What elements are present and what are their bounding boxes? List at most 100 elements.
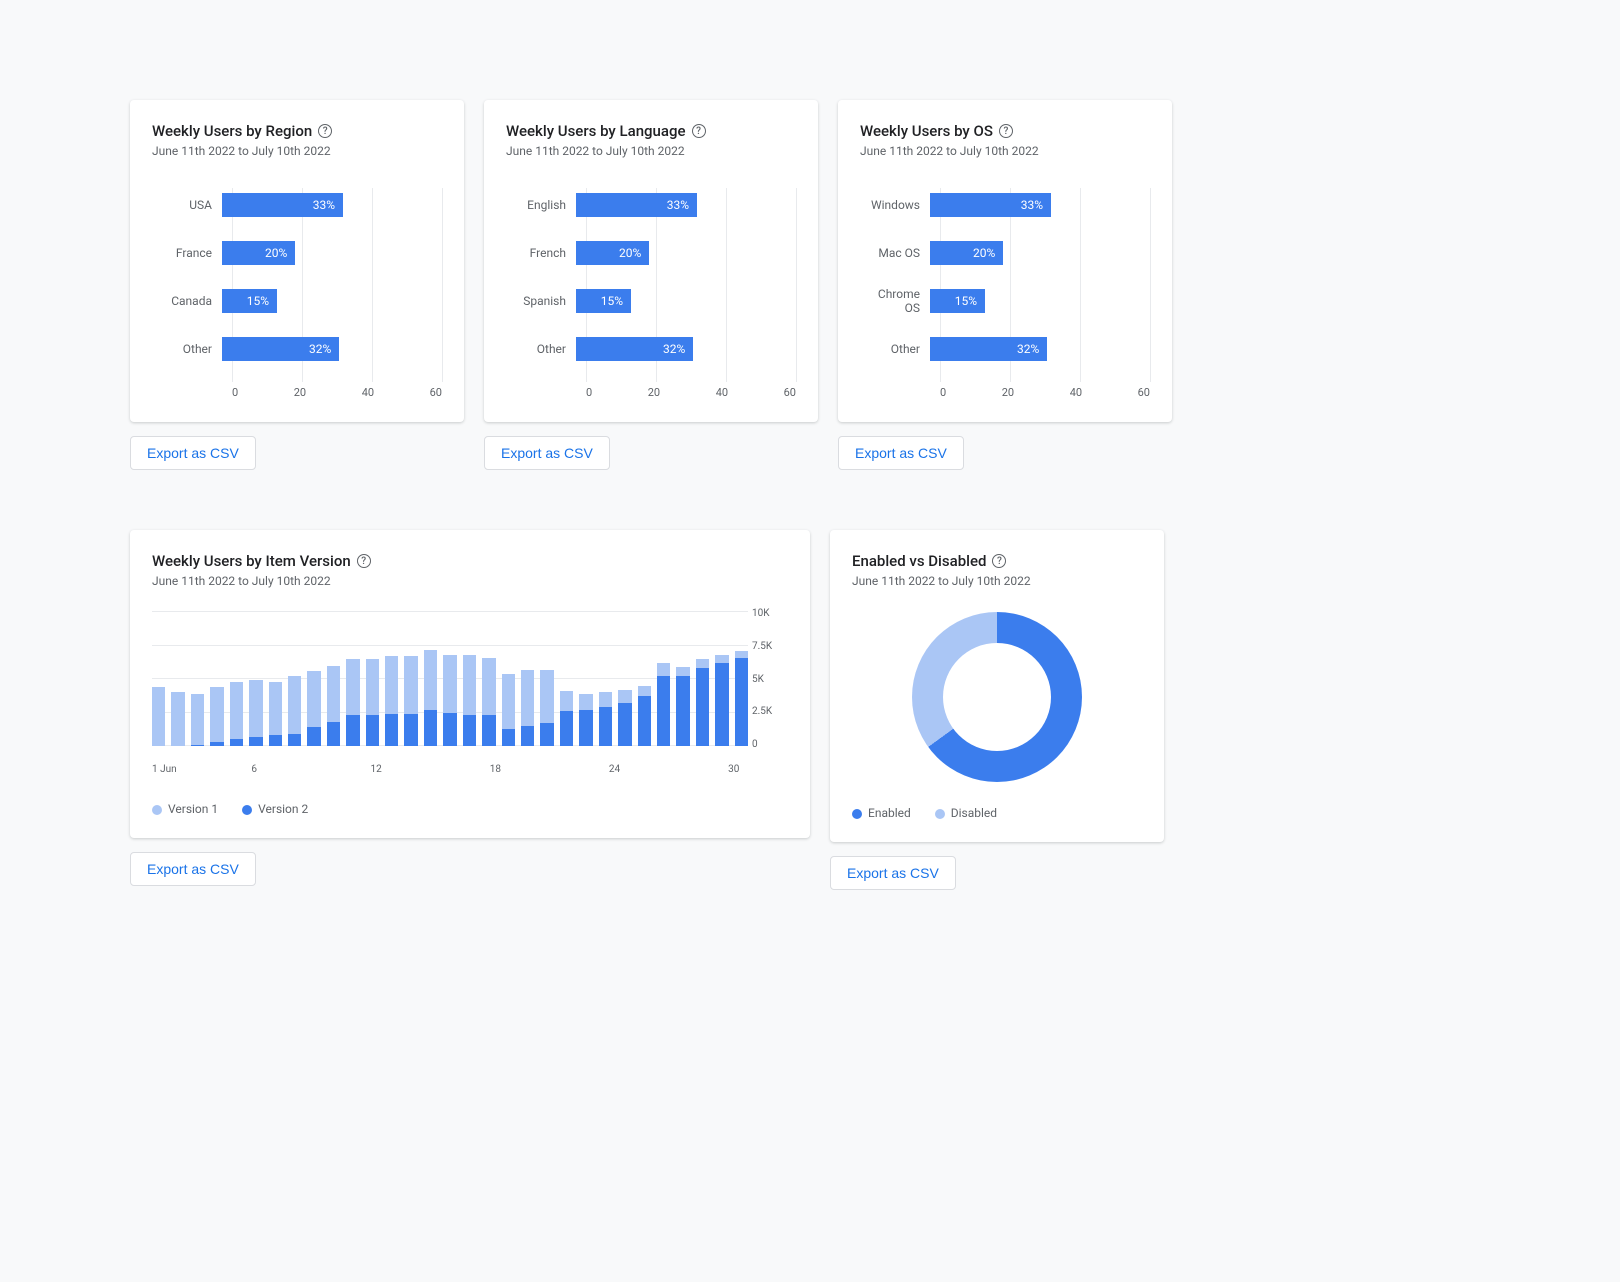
stacked-bar (424, 612, 437, 746)
help-icon[interactable]: ? (999, 124, 1013, 138)
bar-row: France20% (152, 236, 442, 270)
bar-row: Other32% (152, 332, 442, 366)
bar: 15% (576, 289, 631, 313)
date-range: June 11th 2022 to July 10th 2022 (506, 144, 796, 158)
stacked-bar (676, 612, 689, 746)
bar: 32% (576, 337, 693, 361)
stacked-bar (579, 612, 592, 746)
stacked-bar (657, 612, 670, 746)
bar-label: Chrome OS (860, 287, 930, 315)
bar-row: Canada15% (152, 284, 442, 318)
date-range: June 11th 2022 to July 10th 2022 (852, 574, 1142, 588)
stacked-bar (443, 612, 456, 746)
bar: 33% (222, 193, 343, 217)
stacked-bar (618, 612, 631, 746)
export-csv-button[interactable]: Export as CSV (838, 436, 964, 470)
card-region: Weekly Users by Region ? June 11th 2022 … (130, 100, 464, 422)
bar-label: France (152, 246, 222, 260)
stacked-bar (230, 612, 243, 746)
bar-row: Other32% (506, 332, 796, 366)
card-language: Weekly Users by Language ? June 11th 202… (484, 100, 818, 422)
legend-version: Version 1 Version 2 (152, 802, 788, 816)
help-icon[interactable]: ? (992, 554, 1006, 568)
bar-label: English (506, 198, 576, 212)
stacked-bar (540, 612, 553, 746)
bar-label: Spanish (506, 294, 576, 308)
help-icon[interactable]: ? (692, 124, 706, 138)
bar-row: Spanish15% (506, 284, 796, 318)
card-title: Weekly Users by Item Version (152, 552, 351, 570)
chart-os: Windows33%Mac OS20%Chrome OS15%Other32%0… (860, 188, 1150, 400)
bar-label: Other (860, 342, 930, 356)
help-icon[interactable]: ? (357, 554, 371, 568)
stacked-bar (307, 612, 320, 746)
card-version: Weekly Users by Item Version ? June 11th… (130, 530, 810, 838)
bar-label: Mac OS (860, 246, 930, 260)
date-range: June 11th 2022 to July 10th 2022 (152, 144, 442, 158)
bar-label: French (506, 246, 576, 260)
bar: 32% (222, 337, 339, 361)
stacked-bar (638, 612, 651, 746)
bar-row: Mac OS20% (860, 236, 1150, 270)
bar-label: USA (152, 198, 222, 212)
bar-row: USA33% (152, 188, 442, 222)
stacked-bar (560, 612, 573, 746)
date-range: June 11th 2022 to July 10th 2022 (152, 574, 788, 588)
legend-item: Disabled (935, 806, 997, 820)
stacked-bar (482, 612, 495, 746)
export-csv-button[interactable]: Export as CSV (484, 436, 610, 470)
export-csv-button[interactable]: Export as CSV (130, 436, 256, 470)
export-csv-button[interactable]: Export as CSV (130, 852, 256, 886)
stacked-bar (269, 612, 282, 746)
stacked-bar (521, 612, 534, 746)
export-csv-button[interactable]: Export as CSV (830, 856, 956, 890)
card-title: Weekly Users by Language (506, 122, 686, 140)
stacked-bar (696, 612, 709, 746)
stacked-bar (463, 612, 476, 746)
donut-ring (912, 612, 1082, 782)
stacked-bar (385, 612, 398, 746)
bar: 15% (222, 289, 277, 313)
stacked-bar (346, 612, 359, 746)
card-enabled: Enabled vs Disabled ? June 11th 2022 to … (830, 530, 1164, 842)
bar-row: English33% (506, 188, 796, 222)
card-title: Enabled vs Disabled (852, 552, 986, 570)
help-icon[interactable]: ? (318, 124, 332, 138)
bar-label: Other (506, 342, 576, 356)
stacked-bar (249, 612, 262, 746)
stacked-bar (171, 612, 184, 746)
legend-item: Version 1 (152, 802, 218, 816)
bar-row: Other32% (860, 332, 1150, 366)
date-range: June 11th 2022 to July 10th 2022 (860, 144, 1150, 158)
legend-item: Enabled (852, 806, 911, 820)
stacked-bar (502, 612, 515, 746)
stacked-bar (599, 612, 612, 746)
bar-row: French20% (506, 236, 796, 270)
stacked-bar (366, 612, 379, 746)
bar: 15% (930, 289, 985, 313)
bar: 33% (930, 193, 1051, 217)
stacked-bar (288, 612, 301, 746)
stacked-bar (152, 612, 165, 746)
stacked-bar (404, 612, 417, 746)
stacked-bar (327, 612, 340, 746)
bar-label: Canada (152, 294, 222, 308)
stacked-bar (210, 612, 223, 746)
chart-version: 10K7.5K5K2.5K0 1 Jun612182430 (152, 612, 788, 762)
stacked-bar (715, 612, 728, 746)
bar-label: Other (152, 342, 222, 356)
bar: 32% (930, 337, 1047, 361)
chart-enabled (852, 612, 1142, 782)
bar-row: Windows33% (860, 188, 1150, 222)
legend-item: Version 2 (242, 802, 308, 816)
bar-label: Windows (860, 198, 930, 212)
card-title: Weekly Users by Region (152, 122, 312, 140)
chart-language: English33%French20%Spanish15%Other32%020… (506, 188, 796, 400)
stacked-bar (191, 612, 204, 746)
bar: 33% (576, 193, 697, 217)
bar: 20% (576, 241, 649, 265)
card-title: Weekly Users by OS (860, 122, 993, 140)
legend-enabled: Enabled Disabled (852, 806, 1142, 820)
bar: 20% (222, 241, 295, 265)
card-os: Weekly Users by OS ? June 11th 2022 to J… (838, 100, 1172, 422)
